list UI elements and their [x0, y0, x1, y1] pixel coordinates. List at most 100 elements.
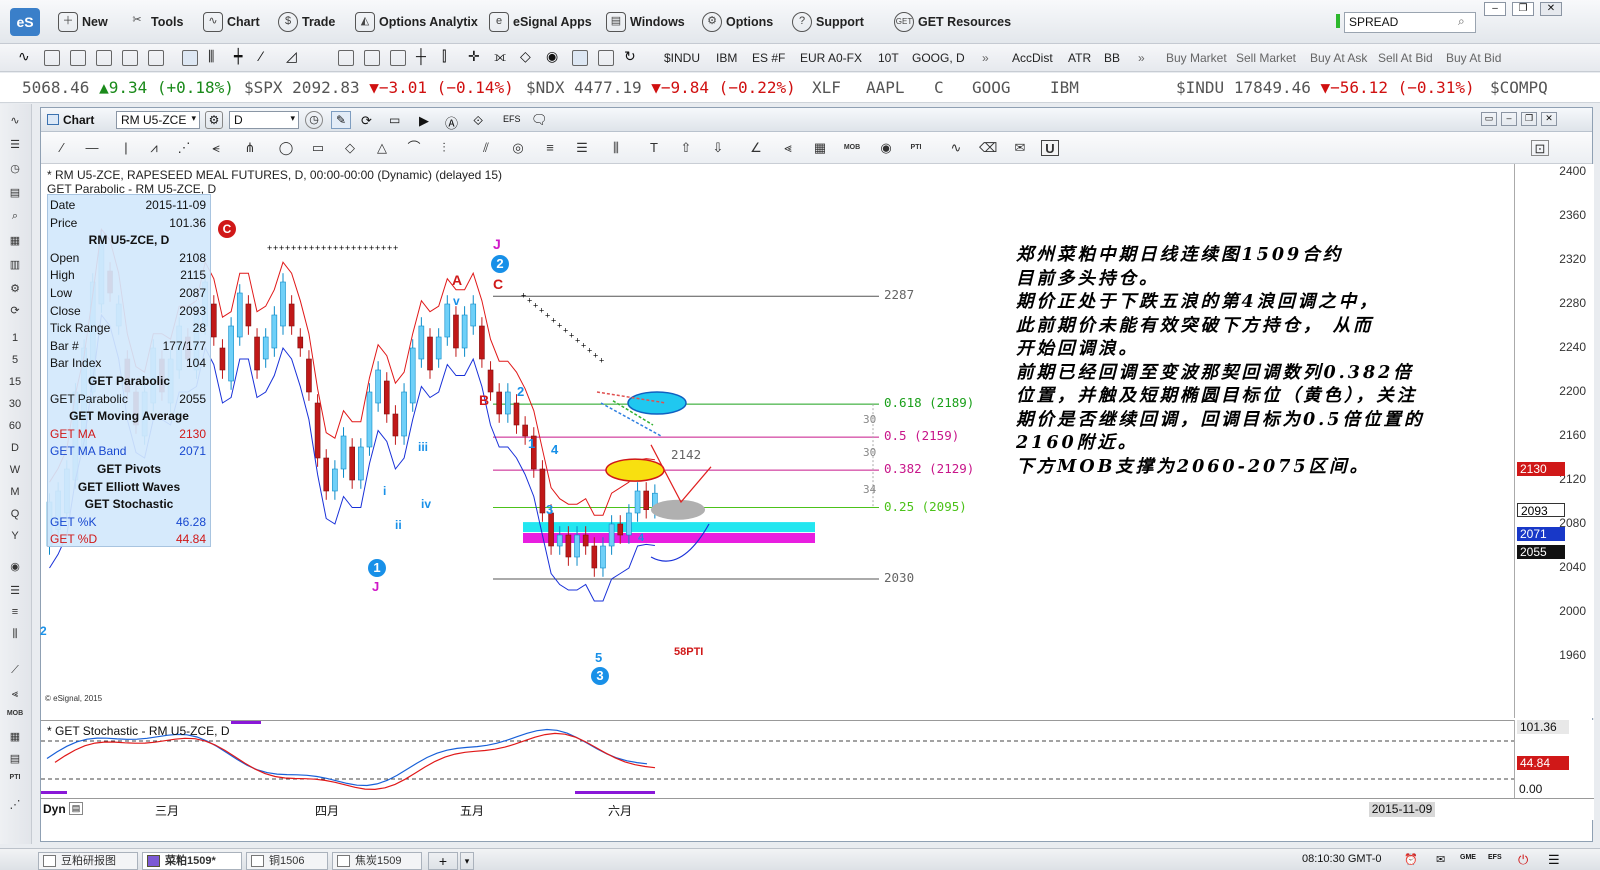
spread-icon[interactable]: ┼	[416, 48, 432, 64]
calendar-icon[interactable]	[96, 50, 112, 66]
toolbar-symbol-goog[interactable]: GOOG, D	[912, 51, 965, 65]
depth-icon[interactable]	[390, 50, 406, 66]
msg-icon[interactable]: ✉	[1436, 853, 1445, 866]
grid-icon[interactable]	[44, 50, 60, 66]
pattern-icon[interactable]: ∿	[18, 48, 34, 64]
hline-tool-icon[interactable]: —	[83, 140, 101, 156]
interval-15[interactable]: 15	[6, 376, 24, 388]
bars-icon[interactable]: ⫿	[442, 48, 458, 64]
message-tool-icon[interactable]: ✉	[1011, 140, 1029, 156]
cursor-icon[interactable]: ▭	[389, 113, 400, 127]
interval-w[interactable]: W	[6, 464, 24, 476]
buy-market-button[interactable]: Buy Market	[1166, 51, 1227, 65]
toolbar-more-symbols[interactable]: »	[982, 51, 989, 65]
cycle-icon[interactable]: ⟳	[6, 304, 24, 317]
bar-chart-icon[interactable]: ⫼	[208, 48, 224, 64]
fan-tool-icon[interactable]: ⋔	[241, 140, 259, 156]
gear-icon[interactable]: ⚙	[6, 282, 24, 295]
angle-tool-icon[interactable]: ∠	[747, 140, 765, 156]
link-icon[interactable]: ⟳	[361, 113, 372, 129]
buy-at-bid-button[interactable]: Buy At Bid	[1446, 51, 1501, 65]
zigzag-tool-icon[interactable]: ⩘	[145, 140, 163, 156]
wave-tool-icon[interactable]: ∿	[6, 114, 24, 127]
tray-icon[interactable]: ☰	[1548, 852, 1560, 868]
table-icon[interactable]: ▤	[6, 752, 24, 765]
line-chart-icon[interactable]: ⁄	[260, 48, 276, 64]
note-icon[interactable]: ▦	[6, 234, 24, 247]
ticker-item[interactable]: $SPX 2092.83 ▼−3.01 (−0.14%)	[244, 78, 514, 97]
candle-icon[interactable]: ┿	[234, 48, 250, 64]
search-icon[interactable]: ⌕	[6, 210, 24, 223]
rectangle-tool-icon[interactable]: ▭	[309, 140, 327, 156]
restore-icon[interactable]: ❐	[1512, 2, 1534, 16]
area-chart-icon[interactable]: ◿	[286, 48, 302, 64]
ticker-item[interactable]: XLF	[812, 78, 841, 97]
quote-icon[interactable]	[364, 50, 380, 66]
power-icon[interactable]: ⏻	[1518, 852, 1528, 868]
news-icon[interactable]	[122, 50, 138, 66]
stochastic-pane[interactable]: * GET Stochastic - RM U5-ZCE, D	[41, 720, 1514, 798]
chart-settings-icon[interactable]: ⊡	[1531, 140, 1549, 156]
add-tab-icon[interactable]: +	[428, 852, 458, 870]
eye-tool-icon[interactable]: ◉	[877, 140, 895, 156]
watchlist-icon[interactable]	[70, 50, 86, 66]
ticker-item[interactable]: $COMPQ	[1490, 78, 1548, 97]
menu-get-resources[interactable]: GET GET Resources	[894, 10, 1011, 34]
toolbar-symbol-ibm[interactable]: IBM	[716, 51, 737, 65]
close-icon[interactable]: ✕	[1540, 2, 1562, 16]
arrow-up-tool-icon[interactable]: ⇧	[677, 140, 695, 156]
compare-icon[interactable]: ⟗	[494, 48, 510, 64]
record-icon[interactable]: ◉	[546, 48, 562, 64]
toolbar-symbol-indu[interactable]: $INDU	[664, 51, 700, 65]
menu-tools[interactable]: ✂ Tools	[127, 10, 183, 34]
fib-tool-icon[interactable]: ≡	[541, 140, 559, 156]
efs-status-icon[interactable]: EFS	[1488, 854, 1502, 861]
alert-icon[interactable]: Ⓐ	[445, 113, 458, 132]
interval-30[interactable]: 30	[6, 398, 24, 410]
chart-restore-icon[interactable]: –	[1501, 112, 1517, 126]
price-plot-area[interactable]: + + + + + + + + + + + + + + + + + + + + + + + + + + + + + + + + + + + + * R…	[40, 164, 1514, 759]
lock-icon[interactable]: ▤	[69, 802, 83, 815]
dyn-label[interactable]: Dyn	[43, 802, 66, 816]
study-accdist[interactable]: AccDist	[1012, 51, 1053, 65]
study-atr[interactable]: ATR	[1068, 51, 1091, 65]
history-icon[interactable]: ◷	[6, 162, 24, 175]
menu-icon[interactable]: ☰	[6, 584, 24, 597]
toolbar-symbol-10t[interactable]: 10T	[878, 51, 899, 65]
interval-q[interactable]: Q	[6, 508, 24, 520]
interval-5[interactable]: 5	[6, 354, 24, 366]
pitchfork-tool-icon[interactable]: ⪪	[207, 140, 225, 156]
play-icon[interactable]: ▶	[419, 113, 429, 129]
minimize-icon[interactable]: –	[1484, 2, 1506, 16]
ticker-item[interactable]: $NDX 4477.19 ▼−9.84 (−0.22%)	[526, 78, 796, 97]
cycle-tool-icon[interactable]: ◎	[509, 140, 527, 156]
mob-icon[interactable]: MOB	[6, 710, 24, 717]
link-icon[interactable]	[598, 50, 614, 66]
page-tab-active[interactable]: 菜粕1509*	[142, 852, 242, 870]
ticker-item[interactable]: $INDU 17849.46 ▼−56.12 (−0.31%)	[1176, 78, 1475, 97]
settings-gear-icon[interactable]: ⚙	[205, 111, 223, 129]
efs-icon[interactable]: EFS	[503, 114, 521, 124]
interval-y[interactable]: Y	[6, 530, 24, 542]
toolbar-symbol-es[interactable]: ES #F	[752, 51, 785, 65]
sell-at-bid-button[interactable]: Sell At Bid	[1378, 51, 1433, 65]
eraser-tool-icon[interactable]: ⌫	[979, 140, 997, 156]
channel-tool-icon[interactable]: ⋰	[175, 140, 193, 156]
ticker-item[interactable]: GOOG	[972, 78, 1011, 97]
table-icon[interactable]: ▤	[6, 186, 24, 199]
ticker-item[interactable]: 5068.46 ▲9.34 (+0.18%)	[22, 78, 234, 97]
magnet-tool-icon[interactable]: U	[1041, 140, 1059, 156]
ticker-item[interactable]: C	[934, 78, 944, 97]
columns-icon[interactable]: ⫼	[6, 628, 24, 641]
grid-icon[interactable]: ▦	[6, 730, 24, 743]
record-icon[interactable]: ◉	[6, 560, 24, 573]
interval-select[interactable]: D ▾	[229, 111, 299, 129]
chart-maximize-icon[interactable]: ❐	[1521, 112, 1537, 126]
chart-minimize-icon[interactable]: ▭	[1481, 112, 1497, 126]
bars-tool-icon[interactable]: ⫶	[435, 140, 453, 156]
line-tool-icon[interactable]: ⁄	[53, 140, 71, 156]
zigzag-icon[interactable]: ⋰	[6, 798, 24, 811]
symbol-select[interactable]: RM U5-ZCE ▾	[116, 111, 200, 129]
toolbar-more-studies[interactable]: »	[1138, 51, 1145, 65]
diamond-tool-icon[interactable]: ◇	[341, 140, 359, 156]
